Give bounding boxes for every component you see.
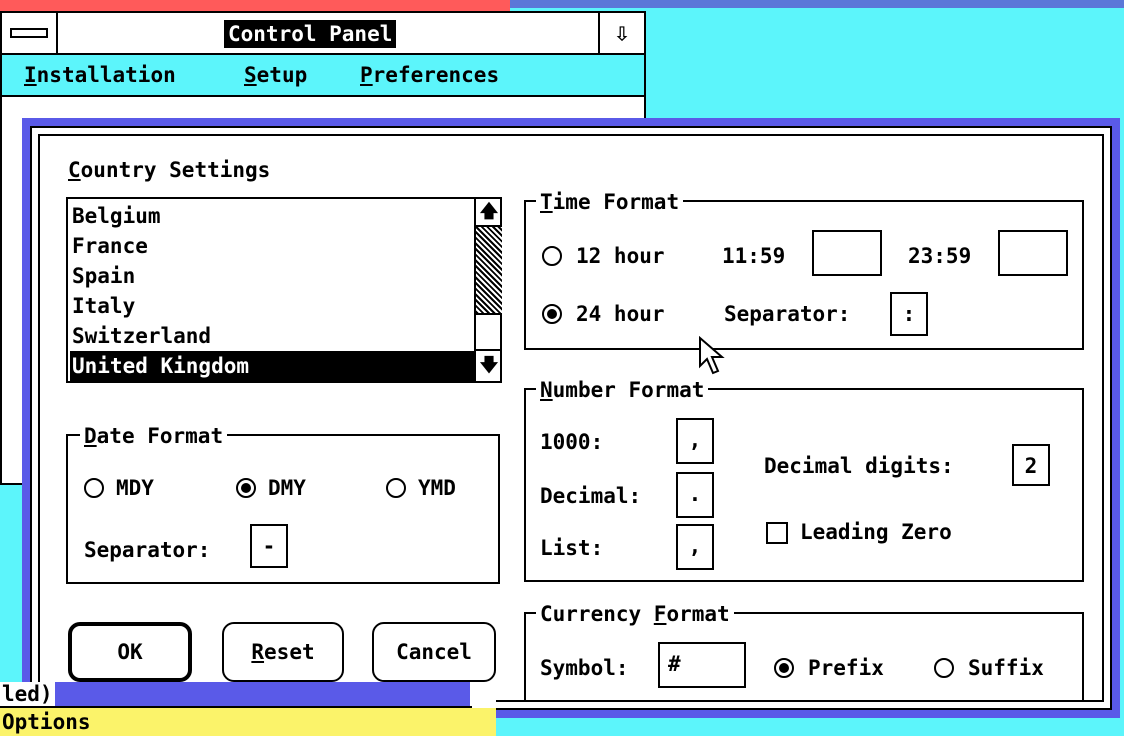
radio-dmy-label: DMY: [268, 476, 306, 500]
system-menu-icon: [10, 28, 48, 38]
background-window: led) Options: [0, 682, 496, 736]
radio-mdy[interactable]: [84, 478, 104, 498]
radio-24-hour-label: 24 hour: [576, 302, 665, 326]
number-format-label: Number Format: [536, 378, 709, 404]
decimal-digits-label: Decimal digits:: [764, 454, 954, 478]
menu-preferences[interactable]: Preferences: [360, 61, 499, 89]
list-separator-label: List:: [540, 536, 604, 560]
country-settings-label: Country Settings: [68, 158, 271, 182]
am-time-label: 11:59: [722, 244, 786, 268]
country-list-item[interactable]: Switzerland: [70, 321, 476, 351]
maximize-button[interactable]: ⇩: [598, 13, 644, 53]
country-list-item[interactable]: Italy: [70, 291, 476, 321]
thousand-separator-field[interactable]: ,: [676, 418, 714, 464]
scroll-down-arrow-icon[interactable]: 🡇: [476, 349, 502, 379]
currency-symbol-label: Symbol:: [540, 656, 629, 680]
radio-ymd-label: YMD: [418, 476, 456, 500]
desktop-strip-blue: [510, 0, 1124, 8]
radio-prefix[interactable]: [774, 658, 794, 678]
currency-symbol-field[interactable]: #: [658, 642, 746, 688]
control-panel-titlebar: Control Panel ⇩: [2, 13, 644, 55]
list-separator-field[interactable]: ,: [676, 524, 714, 570]
leading-zero-label: Leading Zero: [800, 520, 952, 544]
background-window-titlebar[interactable]: led): [0, 682, 472, 708]
date-separator-field[interactable]: -: [250, 524, 288, 568]
pm-string-field[interactable]: [998, 230, 1068, 276]
menu-installation[interactable]: Installation: [24, 61, 176, 89]
listbox-scrollbar[interactable]: 🡅 🡇: [474, 197, 502, 383]
mouse-pointer-icon: [699, 336, 725, 375]
radio-24-hour[interactable]: [542, 304, 562, 324]
scroll-thumb[interactable]: [476, 227, 502, 315]
scroll-up-arrow-icon[interactable]: 🡅: [476, 197, 502, 227]
background-window-corner: [470, 682, 496, 706]
radio-12-hour[interactable]: [542, 246, 562, 266]
menu-setup[interactable]: Setup: [244, 61, 307, 89]
leading-zero-checkbox[interactable]: [766, 522, 788, 544]
menu-options[interactable]: Options: [0, 710, 91, 734]
thousand-separator-label: 1000:: [540, 430, 604, 454]
date-format-label: Date Format: [80, 424, 228, 450]
currency-format-label: Currency Format: [536, 602, 734, 628]
date-separator-label: Separator:: [84, 538, 211, 562]
country-listbox[interactable]: Belgium France Spain Italy Switzerland United…: [66, 197, 502, 383]
radio-mdy-label: MDY: [116, 476, 154, 500]
am-string-field[interactable]: [812, 230, 882, 276]
reset-button[interactable]: Reset: [222, 622, 344, 682]
radio-dmy[interactable]: [236, 478, 256, 498]
country-list-item[interactable]: United Kingdom: [70, 351, 476, 381]
radio-suffix-label: Suffix: [968, 656, 1044, 680]
maximize-arrow-icon: ⇩: [614, 18, 630, 48]
background-window-menubar: Options: [0, 708, 496, 736]
time-separator-label: Separator:: [724, 302, 851, 326]
system-menu-button[interactable]: [2, 13, 58, 53]
pm-time-label: 23:59: [908, 244, 972, 268]
radio-prefix-label: Prefix: [808, 656, 884, 680]
cancel-button[interactable]: Cancel: [372, 622, 496, 682]
time-format-label: Time Format: [536, 190, 684, 216]
country-list-item[interactable]: Belgium: [70, 201, 476, 231]
radio-suffix[interactable]: [934, 658, 954, 678]
country-list-item[interactable]: France: [70, 231, 476, 261]
background-window-title: led): [0, 682, 55, 706]
decimal-separator-label: Decimal:: [540, 484, 642, 508]
radio-ymd[interactable]: [386, 478, 406, 498]
ok-button[interactable]: OK: [68, 622, 192, 682]
decimal-separator-field[interactable]: .: [676, 472, 714, 518]
country-list-item[interactable]: Spain: [70, 261, 476, 291]
window-title: Control Panel: [224, 20, 397, 48]
menu-bar: Installation Setup Preferences: [2, 55, 644, 97]
time-separator-field[interactable]: :: [890, 292, 928, 336]
radio-12-hour-label: 12 hour: [576, 244, 665, 268]
decimal-digits-field[interactable]: 2: [1012, 444, 1050, 486]
